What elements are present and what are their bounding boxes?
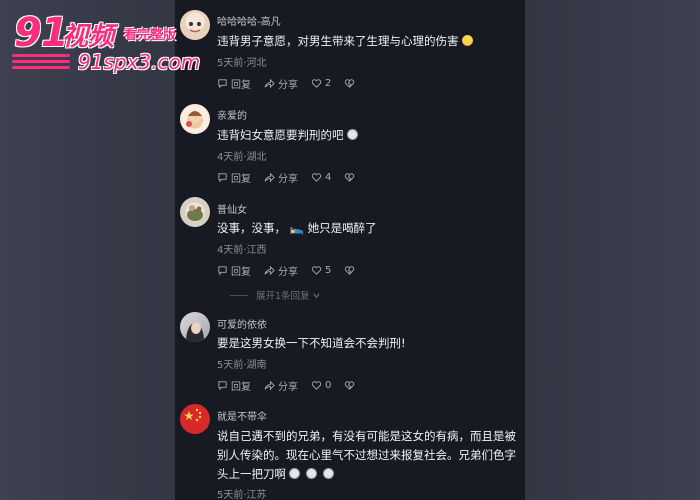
like-count: 2 xyxy=(325,77,332,89)
comment-actions: 回复 分享 0 xyxy=(217,378,371,393)
like-count: 5 xyxy=(325,264,332,276)
comment-meta: 4天前·湖北 xyxy=(217,152,267,163)
dislike-button[interactable] xyxy=(344,78,358,89)
comment-actions: 回复 分享 2 xyxy=(217,76,371,91)
share-label: 分享 xyxy=(278,173,298,185)
watermark-logo: 91 视频 看完整版 91spx3.com xyxy=(12,10,222,74)
broken-heart-icon xyxy=(345,78,355,88)
reply-icon xyxy=(218,172,227,182)
chevron-down-icon xyxy=(312,292,320,298)
comment-text: 没事，没事， 🛌 她只是喝醉了 xyxy=(217,219,517,238)
reply-label: 回复 xyxy=(231,173,251,185)
cat-emoji-icon xyxy=(289,468,300,479)
like-count: 0 xyxy=(325,379,332,391)
dislike-button[interactable] xyxy=(344,380,358,391)
avatar[interactable] xyxy=(180,312,210,342)
comment-meta: 5天前·江苏 xyxy=(217,490,267,500)
comment-actions: 回复 分享 5 xyxy=(217,263,371,278)
logo-stripes xyxy=(12,54,70,72)
like-button[interactable]: 4 xyxy=(311,172,331,183)
heart-icon xyxy=(311,78,322,88)
avatar[interactable] xyxy=(180,404,210,434)
username[interactable]: 亲爱的 xyxy=(217,107,247,122)
share-label: 分享 xyxy=(278,266,298,278)
reply-label: 回复 xyxy=(231,79,251,91)
comment-meta: 5天前·湖南 xyxy=(217,360,267,371)
broken-heart-icon xyxy=(345,265,355,275)
cold-sweat-emoji-icon xyxy=(461,35,473,46)
comment-body: 违背男子意愿，对男生带来了生理与心理的伤害 xyxy=(217,34,459,48)
dislike-button[interactable] xyxy=(344,265,358,276)
comment-text: 违背妇女意愿要判刑的吧 xyxy=(217,126,517,145)
cat-emoji-icon xyxy=(306,468,317,479)
divider xyxy=(230,294,248,296)
reply-button[interactable]: 回复 xyxy=(217,263,251,278)
username[interactable]: 就是不带伞 xyxy=(217,408,267,423)
comment-body: 要是这男女换一下不知道会不会判刑! xyxy=(217,336,406,350)
share-label: 分享 xyxy=(278,381,298,393)
broken-heart-icon xyxy=(345,380,355,390)
like-count: 4 xyxy=(325,171,332,183)
comment-text: 说自己遇不到的兄弟，有没有可能是这女的有病，而且是被别人传染的。现在心里气不过想… xyxy=(217,427,517,484)
dislike-button[interactable] xyxy=(344,172,358,183)
reply-icon xyxy=(218,380,227,390)
share-button[interactable]: 分享 xyxy=(264,378,298,393)
share-icon xyxy=(264,380,275,390)
expand-replies-label: 展开1条回复 xyxy=(256,291,310,302)
heart-icon xyxy=(311,265,322,275)
comment-text: 违背男子意愿，对男生带来了生理与心理的伤害 xyxy=(217,32,517,51)
broken-heart-icon xyxy=(345,172,355,182)
expand-replies-button[interactable]: 展开1条回复 xyxy=(230,288,321,302)
username[interactable]: 普仙女 xyxy=(217,201,247,216)
reply-button[interactable]: 回复 xyxy=(217,76,251,91)
logo-tagline: 看完整版 xyxy=(124,28,177,43)
reply-icon xyxy=(218,265,227,275)
cat-emoji-icon xyxy=(346,129,358,140)
heart-icon xyxy=(311,380,322,390)
avatar[interactable] xyxy=(180,197,210,227)
logo-url: 91spx3.com xyxy=(78,50,201,74)
logo-number: 91 xyxy=(14,10,69,56)
reply-label: 回复 xyxy=(231,266,251,278)
comment-text: 要是这男女换一下不知道会不会判刑! xyxy=(217,334,517,353)
share-button[interactable]: 分享 xyxy=(264,263,298,278)
comment-body: 没事，没事， 🛌 她只是喝醉了 xyxy=(217,221,377,235)
comment-meta: 4天前·江西 xyxy=(217,245,267,256)
share-icon xyxy=(264,172,275,182)
username[interactable]: 可爱的依依 xyxy=(217,316,267,331)
reply-button[interactable]: 回复 xyxy=(217,378,251,393)
share-icon xyxy=(264,78,275,88)
comment-panel: 哈哈哈哈-高凡 违背男子意愿，对男生带来了生理与心理的伤害 5天前·河北 回复 … xyxy=(175,0,525,500)
username[interactable]: 哈哈哈哈-高凡 xyxy=(217,13,281,28)
comment-body: 说自己遇不到的兄弟，有没有可能是这女的有病，而且是被别人传染的。现在心里气不过想… xyxy=(217,429,516,481)
heart-icon xyxy=(311,172,322,182)
reply-label: 回复 xyxy=(231,381,251,393)
reply-button[interactable]: 回复 xyxy=(217,170,251,185)
reply-icon xyxy=(218,78,227,88)
like-button[interactable]: 5 xyxy=(311,265,331,276)
like-button[interactable]: 2 xyxy=(311,78,331,89)
avatar[interactable] xyxy=(180,104,210,134)
cat-emoji-icon xyxy=(323,468,334,479)
share-button[interactable]: 分享 xyxy=(264,170,298,185)
share-label: 分享 xyxy=(278,79,298,91)
comment-body: 违背妇女意愿要判刑的吧 xyxy=(217,128,344,142)
share-button[interactable]: 分享 xyxy=(264,76,298,91)
logo-text: 视频 xyxy=(62,22,115,52)
share-icon xyxy=(264,265,275,275)
comment-actions: 回复 分享 4 xyxy=(217,170,371,185)
comment-meta: 5天前·河北 xyxy=(217,58,267,69)
like-button[interactable]: 0 xyxy=(311,380,331,391)
